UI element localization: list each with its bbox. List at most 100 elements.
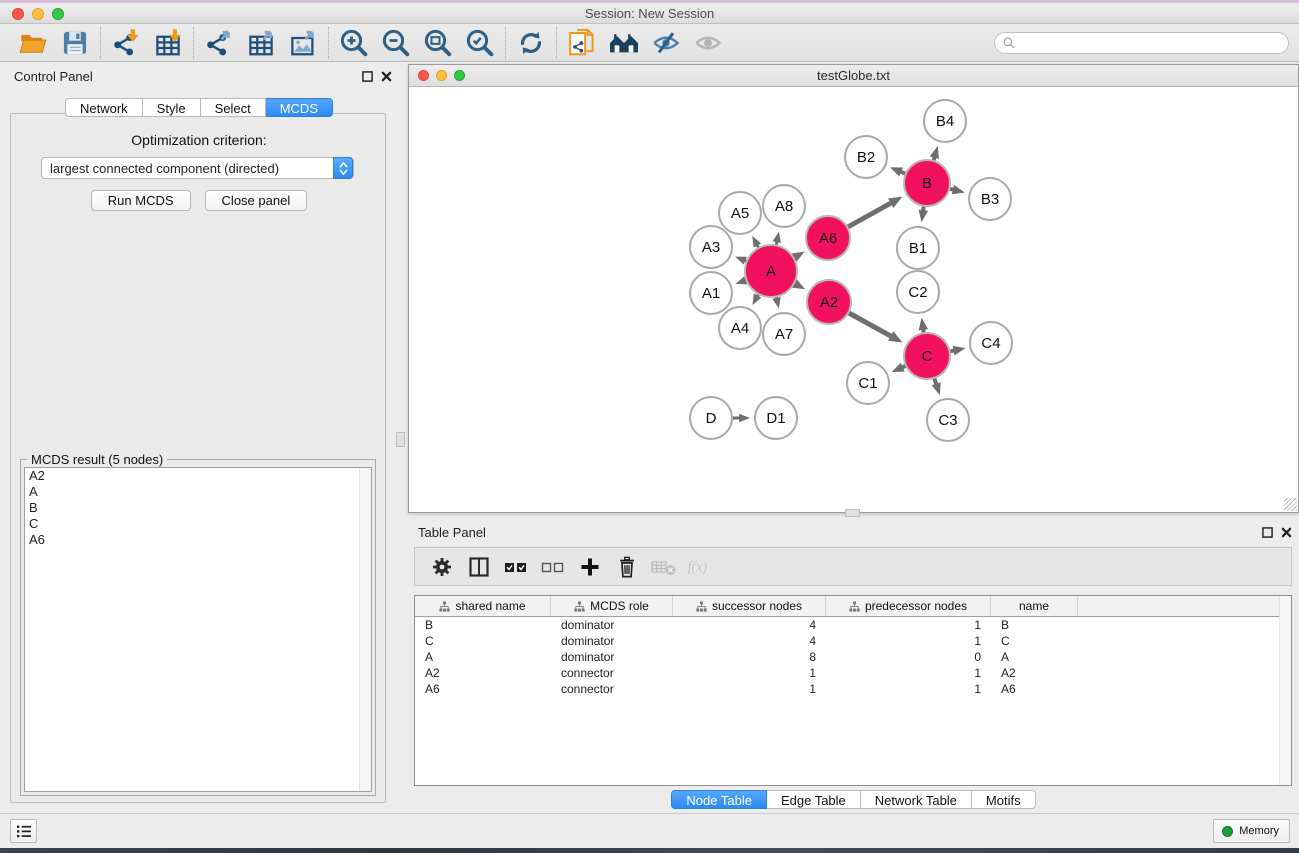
table-row[interactable]: Cdominator41C — [415, 633, 1291, 649]
column-layout-button[interactable] — [464, 552, 494, 582]
table-row[interactable]: A2connector11A2 — [415, 665, 1291, 681]
table-cell[interactable]: B — [415, 617, 551, 633]
graph-node-A8[interactable]: A8 — [763, 185, 805, 227]
search-box[interactable] — [994, 32, 1289, 54]
table-cell[interactable]: A — [415, 649, 551, 665]
open-session-button[interactable] — [12, 27, 54, 59]
graph-node-D1[interactable]: D1 — [755, 397, 797, 439]
table-cell[interactable]: 1 — [673, 665, 826, 681]
graph-node-A5[interactable]: A5 — [719, 192, 761, 234]
table-row[interactable]: Adominator80A — [415, 649, 1291, 665]
table-row[interactable]: Bdominator41B — [415, 617, 1291, 633]
table-cell[interactable]: A — [991, 649, 1078, 665]
table-cell[interactable]: 4 — [673, 633, 826, 649]
mcds-result-item[interactable]: B — [25, 500, 371, 516]
import-network-button[interactable] — [105, 27, 147, 59]
horizontal-split-handle[interactable] — [845, 509, 860, 517]
table-cell[interactable]: 1 — [673, 681, 826, 697]
cybrowser-home-button[interactable] — [603, 27, 645, 59]
float-table-panel-icon[interactable] — [1260, 525, 1274, 539]
graph-node-A[interactable]: A — [745, 245, 797, 297]
table-cell[interactable]: A2 — [415, 665, 551, 681]
graph-node-C4[interactable]: C4 — [970, 322, 1012, 364]
table-cell[interactable]: B — [991, 617, 1078, 633]
minimize-window-button[interactable] — [32, 8, 44, 20]
refresh-button[interactable] — [510, 27, 552, 59]
network-minimize-button[interactable] — [436, 70, 447, 81]
graph-node-B3[interactable]: B3 — [969, 178, 1011, 220]
graph-node-B2[interactable]: B2 — [845, 136, 887, 178]
graph-node-C[interactable]: C — [904, 333, 950, 379]
table-cell[interactable]: C — [991, 633, 1078, 649]
column-header-successor-nodes[interactable]: successor nodes — [673, 596, 826, 616]
hide-panels-button[interactable] — [645, 27, 687, 59]
list-scrollbar[interactable] — [359, 468, 371, 791]
delete-table-button[interactable] — [649, 552, 679, 582]
network-canvas[interactable]: B4B2BB3A8A5A6A3B1AA1C2A2A4A7C4CC1DD1C3 — [409, 87, 1298, 512]
table-scrollbar[interactable] — [1279, 596, 1291, 785]
close-table-panel-icon[interactable] — [1279, 525, 1293, 539]
import-table-button[interactable] — [147, 27, 189, 59]
select-all-columns-button[interactable] — [501, 552, 531, 582]
column-header-shared-name[interactable]: shared name — [415, 596, 551, 616]
network-close-button[interactable] — [418, 70, 429, 81]
table-cell[interactable]: 1 — [826, 633, 991, 649]
mcds-result-item[interactable]: A — [25, 484, 371, 500]
close-panel-button[interactable]: Close panel — [205, 190, 308, 211]
network-from-file-button[interactable] — [561, 27, 603, 59]
table-cell[interactable]: dominator — [551, 649, 673, 665]
zoom-selected-button[interactable] — [459, 27, 501, 59]
window-resize-grip[interactable] — [1284, 498, 1297, 511]
maximize-window-button[interactable] — [52, 8, 64, 20]
graph-node-D[interactable]: D — [690, 397, 732, 439]
table-cell[interactable]: A2 — [991, 665, 1078, 681]
mcds-result-item[interactable]: A2 — [25, 468, 371, 484]
float-panel-icon[interactable] — [360, 69, 374, 83]
delete-column-button[interactable] — [612, 552, 642, 582]
tab-network[interactable]: Network — [65, 98, 143, 117]
table-cell[interactable]: connector — [551, 681, 673, 697]
tab-node-table[interactable]: Node Table — [671, 790, 767, 809]
zoom-in-button[interactable] — [333, 27, 375, 59]
graph-node-C1[interactable]: C1 — [847, 362, 889, 404]
graph-node-A2[interactable]: A2 — [807, 280, 851, 324]
table-cell[interactable]: 1 — [826, 681, 991, 697]
table-settings-button[interactable] — [427, 552, 457, 582]
mcds-result-item[interactable]: A6 — [25, 532, 371, 548]
mcds-result-list[interactable]: A2ABCA6 — [24, 467, 372, 792]
table-cell[interactable]: 8 — [673, 649, 826, 665]
network-maximize-button[interactable] — [454, 70, 465, 81]
criterion-dropdown[interactable]: largest connected component (directed) — [41, 157, 354, 179]
graph-node-C3[interactable]: C3 — [927, 399, 969, 441]
search-input[interactable] — [1016, 36, 1288, 50]
tab-network-table[interactable]: Network Table — [861, 790, 972, 809]
table-cell[interactable]: A6 — [415, 681, 551, 697]
tab-select[interactable]: Select — [201, 98, 266, 117]
table-cell[interactable]: 1 — [826, 665, 991, 681]
zoom-fit-button[interactable] — [417, 27, 459, 59]
table-cell[interactable]: dominator — [551, 617, 673, 633]
table-cell[interactable]: 0 — [826, 649, 991, 665]
tab-mcds[interactable]: MCDS — [266, 98, 333, 117]
memory-button[interactable]: Memory — [1213, 819, 1290, 843]
table-cell[interactable]: connector — [551, 665, 673, 681]
close-window-button[interactable] — [12, 8, 24, 20]
save-session-button[interactable] — [54, 27, 96, 59]
table-cell[interactable]: dominator — [551, 633, 673, 649]
network-window-titlebar[interactable]: testGlobe.txt — [409, 65, 1298, 87]
graph-node-B4[interactable]: B4 — [924, 100, 966, 142]
table-cell[interactable]: A6 — [991, 681, 1078, 697]
column-header-name[interactable]: name — [991, 596, 1078, 616]
graph-node-A1[interactable]: A1 — [690, 272, 732, 314]
tab-motifs[interactable]: Motifs — [972, 790, 1036, 809]
create-column-button[interactable] — [575, 552, 605, 582]
export-table-button[interactable] — [240, 27, 282, 59]
graph-node-A6[interactable]: A6 — [806, 216, 850, 260]
run-mcds-button[interactable]: Run MCDS — [91, 190, 191, 211]
table-cell[interactable]: C — [415, 633, 551, 649]
mcds-result-item[interactable]: C — [25, 516, 371, 532]
deselect-all-columns-button[interactable] — [538, 552, 568, 582]
tab-style[interactable]: Style — [143, 98, 201, 117]
vertical-split-handle[interactable] — [396, 432, 405, 447]
column-header-predecessor-nodes[interactable]: predecessor nodes — [826, 596, 991, 616]
